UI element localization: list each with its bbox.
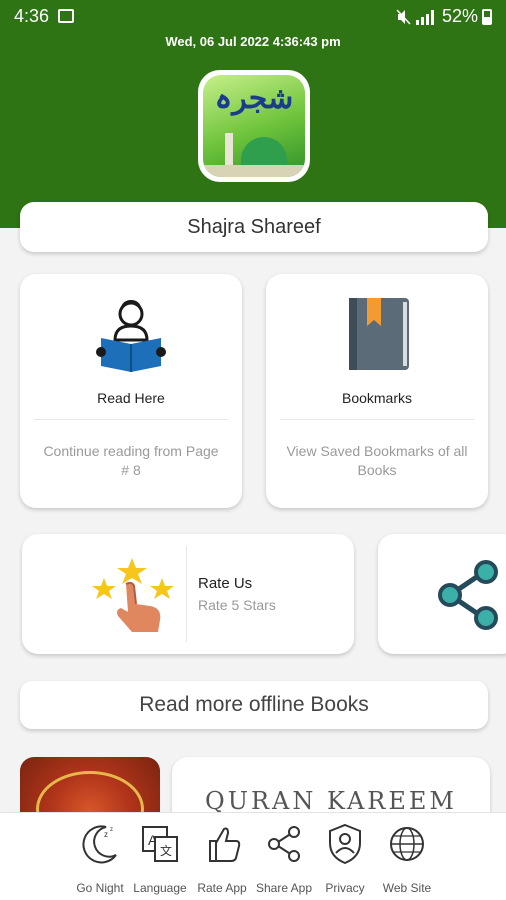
section-title: Read more offline Books bbox=[139, 693, 369, 716]
bookmarks-card[interactable]: Bookmarks View Saved Bookmarks of all Bo… bbox=[266, 274, 488, 508]
moon-icon: zz bbox=[82, 825, 117, 864]
bookmark-book-icon bbox=[266, 296, 488, 372]
mute-icon bbox=[396, 8, 411, 25]
share-icon bbox=[438, 560, 498, 630]
nav-share-app[interactable]: Share App bbox=[253, 813, 315, 900]
rate-us-description: Rate 5 Stars bbox=[198, 597, 276, 613]
gallery-notification-icon bbox=[58, 9, 74, 23]
read-here-card[interactable]: Read Here Continue reading from Page # 8 bbox=[20, 274, 242, 508]
share-card[interactable] bbox=[378, 534, 506, 654]
rate-us-card[interactable]: Rate Us Rate 5 Stars bbox=[22, 534, 354, 654]
status-bar: 4:36 52% bbox=[0, 0, 506, 34]
thumbs-up-icon bbox=[209, 827, 241, 862]
signal-icon bbox=[415, 9, 434, 25]
svg-text:文: 文 bbox=[160, 843, 172, 858]
reading-person-icon bbox=[20, 296, 242, 372]
translate-icon: A文 bbox=[142, 826, 178, 862]
shield-user-icon bbox=[329, 823, 361, 865]
status-icons: 52% bbox=[396, 6, 492, 27]
logo-text: شجرہ bbox=[214, 81, 294, 116]
nav-go-night[interactable]: zz Go Night bbox=[69, 813, 131, 900]
more-books-heading: Read more offline Books bbox=[20, 681, 488, 729]
current-datetime: Wed, 06 Jul 2022 4:36:43 pm bbox=[165, 34, 341, 49]
nav-language[interactable]: A文 Language bbox=[129, 813, 191, 900]
nav-privacy[interactable]: Privacy bbox=[314, 813, 376, 900]
share-icon bbox=[268, 826, 300, 862]
nav-web-site[interactable]: Web Site bbox=[376, 813, 438, 900]
rate-us-label: Rate Us bbox=[198, 575, 253, 592]
app-logo: شجرہ bbox=[198, 70, 310, 182]
book-title: QURAN KAREEM bbox=[205, 787, 457, 815]
bookmarks-description: View Saved Bookmarks of all Books bbox=[286, 443, 468, 478]
read-here-label: Read Here bbox=[97, 390, 165, 406]
read-here-description: Continue reading from Page # 8 bbox=[43, 443, 219, 478]
bottom-navigation: zz Go Night A文 Language Rate App Share A… bbox=[0, 812, 506, 900]
header-banner: 4:36 52% Wed, 06 Jul 2022 4:36:43 pm شجر… bbox=[0, 0, 506, 228]
status-time: 4:36 bbox=[14, 6, 50, 26]
globe-icon bbox=[390, 827, 424, 861]
app-title: Shajra Shareef bbox=[187, 215, 321, 238]
svg-text:z: z bbox=[110, 827, 113, 833]
bookmarks-label: Bookmarks bbox=[341, 390, 413, 406]
svg-text:z: z bbox=[104, 830, 108, 839]
battery-percent: 52% bbox=[441, 6, 478, 26]
battery-icon bbox=[482, 8, 492, 25]
nav-rate-app[interactable]: Rate App bbox=[191, 813, 253, 900]
app-title-card: Shajra Shareef bbox=[20, 202, 488, 252]
rating-stars-hand-icon bbox=[92, 558, 174, 632]
